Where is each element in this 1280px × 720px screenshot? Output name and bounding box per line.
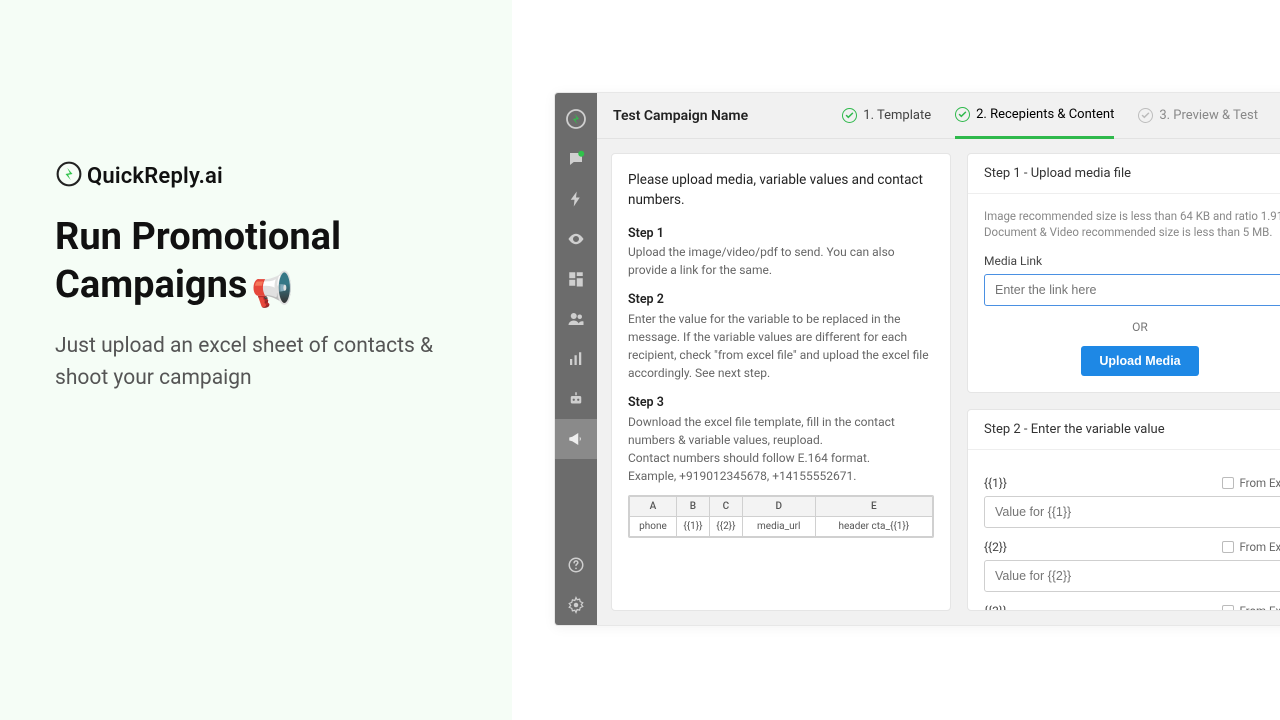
campaigns-icon[interactable] xyxy=(555,419,597,459)
var3-from-excel[interactable]: From Excel xyxy=(1222,604,1280,611)
var3-label: {{3}} xyxy=(984,604,1007,611)
var2-label: {{2}} xyxy=(984,540,1007,554)
eye-icon[interactable] xyxy=(555,219,597,259)
brand-logo: QuickReply.ai xyxy=(55,160,457,192)
brand-name: QuickReply.ai xyxy=(87,164,223,189)
dashboard-icon[interactable] xyxy=(555,259,597,299)
step2-heading: Step 2 xyxy=(628,291,934,310)
excel-preview-table: A B C D E phone {{1}} {{2}} media_url xyxy=(628,495,934,538)
upload-media-button[interactable]: Upload Media xyxy=(1081,346,1198,376)
media-link-label: Media Link xyxy=(984,254,1280,268)
hero-subtitle: Just upload an excel sheet of contacts &… xyxy=(55,331,457,394)
step3-body-2: Contact numbers should follow E.164 form… xyxy=(628,449,934,467)
wizard-step-recipients[interactable]: 2. Recepients & Content xyxy=(955,93,1114,139)
instructions-card: Please upload media, variable values and… xyxy=(611,153,951,611)
var1-label: {{1}} xyxy=(984,476,1007,490)
var2-from-excel[interactable]: From Excel xyxy=(1222,540,1280,554)
step1-heading: Step 1 xyxy=(628,225,934,244)
step2-card-header: Step 2 - Enter the variable value xyxy=(968,410,1280,450)
rail-logo-icon[interactable] xyxy=(555,99,597,139)
step1-card-header: Step 1 - Upload media file xyxy=(968,154,1280,194)
var2-input[interactable] xyxy=(984,560,1280,592)
side-rail xyxy=(555,93,597,625)
checkbox-icon xyxy=(1222,605,1234,611)
settings-icon[interactable] xyxy=(555,585,597,625)
check-circle-icon xyxy=(842,108,857,123)
wizard-header: Test Campaign Name 1. Template 2. Recepi… xyxy=(597,93,1280,139)
users-icon[interactable] xyxy=(555,299,597,339)
marketing-panel: QuickReply.ai Run Promotional Campaigns📢… xyxy=(0,0,512,720)
check-circle-icon xyxy=(1138,108,1153,123)
step1-body: Upload the image/video/pdf to send. You … xyxy=(628,243,934,279)
var1-from-excel[interactable]: From Excel xyxy=(1222,476,1280,490)
or-separator: OR xyxy=(984,320,1280,334)
hero-title: Run Promotional Campaigns📢 xyxy=(55,214,457,311)
step1-card: Step 1 - Upload media file Image recomme… xyxy=(967,153,1280,393)
media-hint: Image recommended size is less than 64 K… xyxy=(984,208,1280,240)
step3-body-3: Example, +919012345678, +14155552671. xyxy=(628,467,934,485)
campaign-name: Test Campaign Name xyxy=(613,108,748,124)
var1-input[interactable] xyxy=(984,496,1280,528)
megaphone-icon: 📢 xyxy=(251,270,293,310)
app-window: Test Campaign Name 1. Template 2. Recepi… xyxy=(554,92,1280,626)
step3-body-1: Download the excel file template, fill i… xyxy=(628,413,934,449)
wizard-step-preview[interactable]: 3. Preview & Test xyxy=(1138,93,1258,139)
checkbox-icon xyxy=(1222,477,1234,489)
wizard-step-template[interactable]: 1. Template xyxy=(842,93,931,139)
analytics-icon[interactable] xyxy=(555,339,597,379)
checkbox-icon xyxy=(1222,541,1234,553)
step2-body: Enter the value for the variable to be r… xyxy=(628,310,934,382)
check-circle-icon xyxy=(955,107,970,122)
bolt-icon[interactable] xyxy=(555,179,597,219)
step2-card: Step 2 - Enter the variable value {{1}} … xyxy=(967,409,1280,611)
instructions-title: Please upload media, variable values and… xyxy=(628,170,934,211)
brand-mark-icon xyxy=(55,160,83,192)
help-icon[interactable] xyxy=(555,545,597,585)
bot-icon[interactable] xyxy=(555,379,597,419)
chat-icon[interactable] xyxy=(555,139,597,179)
media-link-input[interactable] xyxy=(984,274,1280,306)
step3-heading: Step 3 xyxy=(628,394,934,413)
